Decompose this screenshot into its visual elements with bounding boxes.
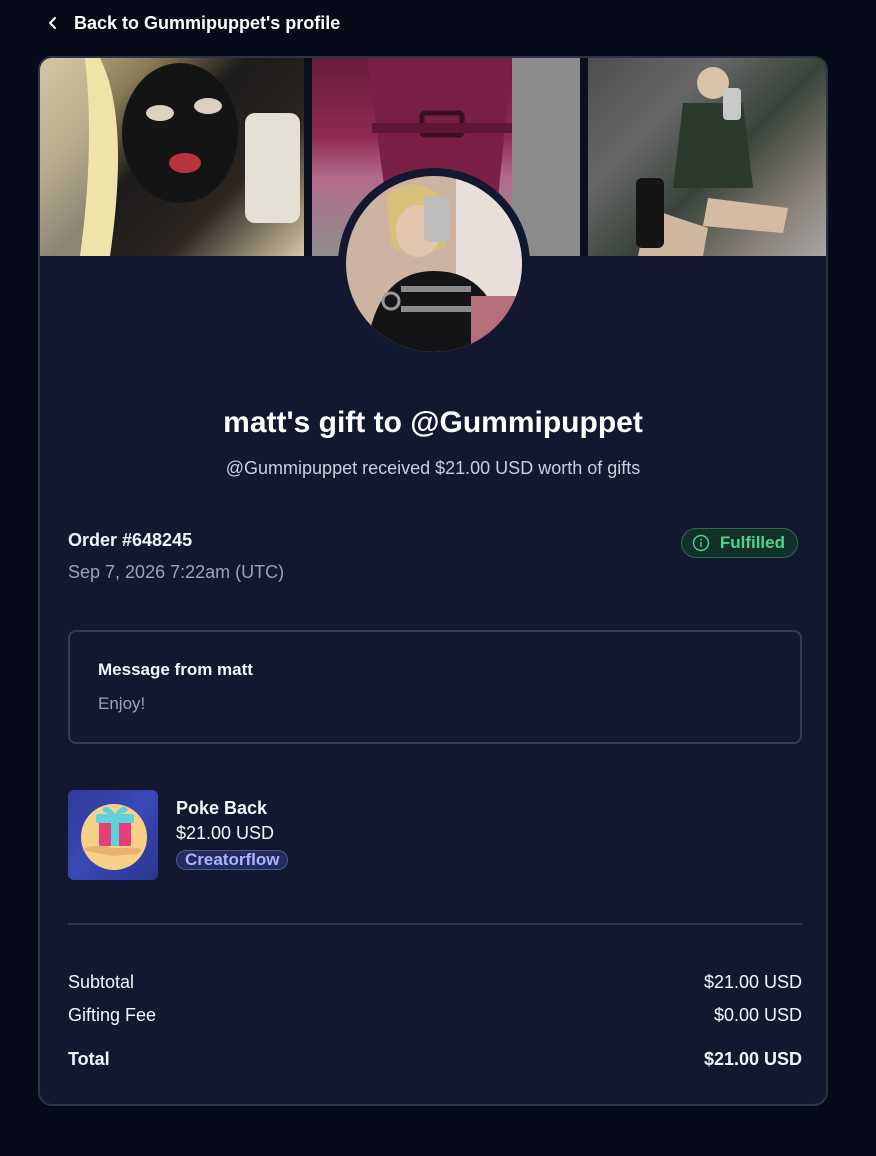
fee-row: Gifting Fee $0.00 USD [68, 1005, 802, 1026]
creator-avatar[interactable] [338, 168, 530, 360]
product-name: Poke Back [176, 798, 268, 818]
gift-card: matt's gift to @Gummipuppet @Gummipuppet… [38, 56, 828, 1106]
subtotal-row: Subtotal $21.00 USD [68, 972, 802, 993]
chevron-left-icon [40, 10, 66, 36]
back-link-label: Back to Gummipuppet's profile [74, 12, 341, 33]
order-date: Sep 7, 2026 7:22am (UTC) [68, 562, 285, 582]
product-price: $21.00 USD [176, 823, 275, 843]
status-badge: Fulfilled [680, 528, 798, 558]
gift-message: Message from matt Enjoy! [68, 630, 802, 744]
subtotal-value: $21.00 USD [703, 972, 802, 992]
status-label: Fulfilled [719, 533, 785, 552]
fee-value: $0.00 USD [713, 1005, 802, 1025]
order-number: Order #648245 [68, 530, 193, 550]
back-link[interactable]: Back to Gummipuppet's profile [40, 8, 340, 38]
message-text: Enjoy! [98, 694, 146, 713]
page-title: matt's gift to @Gummipuppet [223, 406, 643, 439]
divider [68, 923, 802, 925]
total-row: Total $21.00 USD [68, 1049, 802, 1070]
page-subtitle: @Gummipuppet received $21.00 USD worth o… [225, 458, 641, 478]
gift-icon [68, 790, 158, 880]
total-value: $21.00 USD [703, 1049, 802, 1069]
avatar-image [346, 176, 522, 352]
message-title: Message from matt [98, 660, 253, 679]
product-badge[interactable]: Creatorflow [176, 850, 289, 870]
banner-photo [40, 58, 304, 256]
banner-photo [588, 58, 826, 256]
fee-label: Gifting Fee [68, 1005, 157, 1025]
subtotal-label: Subtotal [68, 972, 135, 992]
total-label: Total [68, 1049, 110, 1069]
info-circle-icon [692, 534, 710, 552]
